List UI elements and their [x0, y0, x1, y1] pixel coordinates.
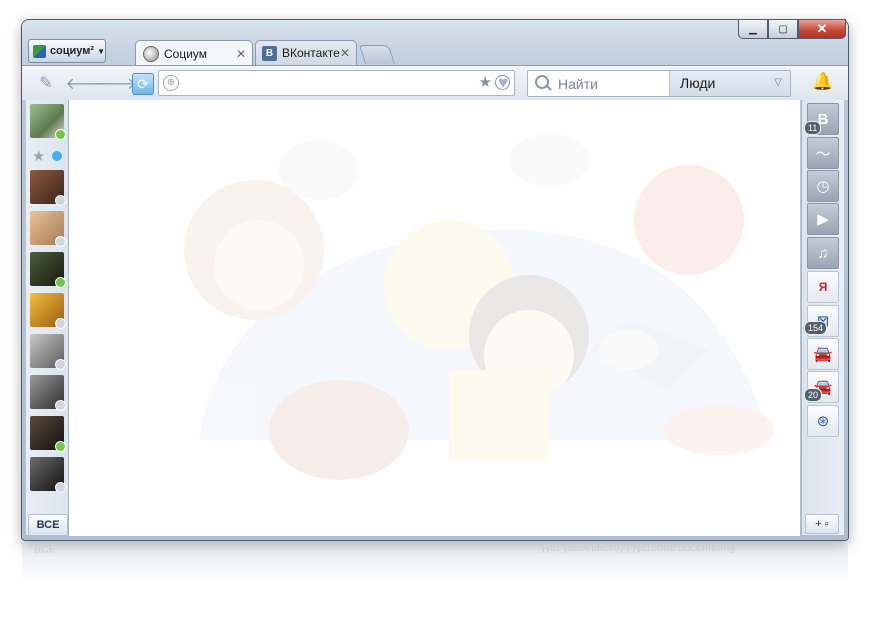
yandex-icon[interactable]: Я [807, 271, 839, 303]
globe-icon: ⊕ [163, 75, 179, 91]
clock-icon[interactable]: ◷ [807, 170, 839, 202]
address-bar[interactable]: ⊕ ★ [158, 70, 515, 96]
minimize-button[interactable]: ▁ [738, 19, 768, 39]
notifications-bell-icon[interactable]: 🔔 [812, 72, 833, 92]
background-illustration [184, 134, 774, 480]
app-menu-button[interactable]: социум² ▼ [28, 39, 106, 63]
vk-icon: В [262, 45, 277, 61]
services-sidebar: В 11 〜 ◷ ▶ ♫ Я ⊠ 154 🚘 🚘 20 ⊛ + ▫ [801, 100, 844, 535]
vk-count-badge: 11 [804, 121, 822, 135]
friend-avatar[interactable] [30, 457, 66, 493]
friend-avatar[interactable] [30, 293, 66, 329]
heart-icon[interactable]: ♥ [498, 73, 508, 93]
friend-avatar[interactable] [30, 334, 66, 370]
search-scope-value: Люди [680, 75, 716, 91]
all-friends-button[interactable]: ВСЕ [28, 514, 68, 536]
refresh-icon[interactable]: ⟳ [132, 73, 154, 95]
bookmark-star-icon[interactable]: ★ [479, 73, 492, 91]
friend-avatar[interactable] [30, 416, 66, 452]
online-status-icon [55, 441, 66, 452]
music-note-icon[interactable]: ♫ [807, 237, 839, 269]
star-icon[interactable]: ★ [32, 147, 45, 165]
socium-logo-icon [33, 44, 46, 58]
search-icon [535, 75, 549, 89]
friend-avatar[interactable] [30, 104, 66, 140]
close-window-button[interactable]: ✕ [798, 19, 846, 39]
friend-avatar[interactable] [30, 170, 66, 206]
friend-avatar[interactable] [30, 252, 66, 288]
car-icon[interactable]: 🚘 [807, 338, 839, 370]
video-play-icon[interactable]: ▶ [807, 203, 839, 235]
tab-close-icon[interactable]: ✕ [340, 46, 350, 60]
socium-tab-icon [143, 45, 159, 62]
offline-status-icon [55, 359, 66, 370]
reflection-right-text: Чат (переписка) | История посещений [542, 542, 736, 554]
friends-sidebar: ★ ВСЕ [26, 100, 69, 536]
toolbar: ✎ 🡐 🡒 ⟳ ⊕ ★ ♥ Найти Люди ▽ 🔔 [22, 65, 848, 100]
tab-vkontakte[interactable]: В ВКонтакте ✕ [255, 40, 357, 65]
search-scope-dropdown[interactable]: Люди ▽ [669, 71, 790, 96]
search-placeholder: Найти [558, 76, 598, 92]
tab-socium[interactable]: Социум ✕ [135, 40, 253, 66]
app-menu-label: социум² [49, 45, 95, 57]
friend-avatar[interactable] [30, 375, 66, 411]
filter-dot-icon[interactable] [52, 151, 62, 161]
offline-status-icon [55, 195, 66, 206]
maximize-button[interactable]: ▢ [768, 19, 798, 39]
tab-label: ВКонтакте [282, 46, 340, 60]
tab-label: Социум [164, 46, 208, 61]
favorites-row: ★ [30, 147, 66, 165]
offline-status-icon [55, 482, 66, 493]
chevron-down-icon: ▽ [774, 77, 782, 88]
window-reflection: ВСЕ Чат (переписка) | История посещений [22, 542, 848, 582]
new-tab-button[interactable] [358, 45, 396, 64]
pencil-icon[interactable]: ✎ [36, 73, 56, 93]
widget-count-badge: 154 [804, 321, 828, 335]
add-service-button[interactable]: + ▫ [805, 514, 839, 534]
offline-status-icon [55, 236, 66, 247]
offline-status-icon [55, 318, 66, 329]
search-box[interactable]: Найти Люди ▽ [527, 70, 791, 97]
offline-status-icon [55, 400, 66, 411]
browser-window: ▁ ▢ ✕ социум² ▼ Социум ✕ В ВКонтакте ✕ ✎… [22, 19, 848, 540]
globe-service-icon[interactable]: ⊛ [807, 405, 839, 437]
rss-icon[interactable]: 〜 [807, 137, 839, 169]
traffic-count-badge: 20 [804, 388, 823, 402]
tab-close-icon[interactable]: ✕ [236, 47, 246, 61]
window-controls: ▁ ▢ ✕ [738, 19, 846, 39]
forward-arrow-icon[interactable]: 🡒 [94, 73, 137, 93]
online-status-icon [55, 129, 66, 140]
online-status-icon [55, 277, 66, 288]
page-content [69, 100, 800, 536]
friend-avatar[interactable] [30, 211, 66, 247]
reflection-left-text: ВСЕ [34, 542, 57, 554]
chevron-down-icon: ▼ [97, 46, 105, 56]
add-label: + [815, 518, 822, 530]
